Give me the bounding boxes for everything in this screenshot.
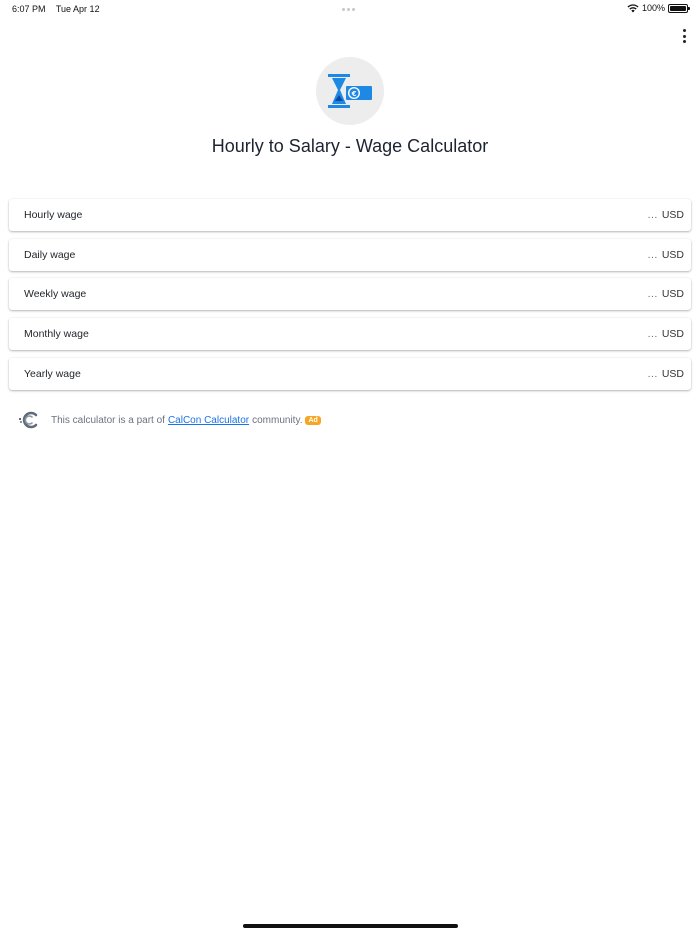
field-label: Hourly wage [24,209,83,221]
community-note: This calculator is a part of CalCon Calc… [18,411,321,429]
value-placeholder: ... [647,328,658,341]
value-placeholder: ... [647,209,658,221]
page-title: Hourly to Salary - Wage Calculator [211,136,489,156]
community-text: This calculator is a part of [51,414,165,426]
unit-label[interactable]: USD [662,288,684,300]
field-label: Daily wage [24,248,76,261]
status-left: 6:07 PM Tue Apr 12 [12,4,108,14]
wifi-icon [627,3,639,12]
calcon-calculator-link[interactable]: CalCon Calculator [168,415,249,426]
field-label: Weekly wage [24,288,87,301]
multitasking-dots-icon[interactable] [342,8,355,11]
value-placeholder: ... [647,367,658,380]
unit-label[interactable]: USD [662,368,684,380]
status-bar: 6:07 PM Tue Apr 12 100% [0,0,700,18]
value-placeholder: ... [647,288,658,301]
home-indicator[interactable] [243,924,458,928]
field-label: Monthly wage [24,328,89,341]
status-time: 6:07 PM [12,4,46,14]
ad-badge: Ad [305,415,321,425]
unit-label[interactable]: USD [662,209,684,221]
daily-wage-field[interactable]: Daily wage ... USD [9,238,691,271]
battery-icon [668,3,690,13]
calcon-logo-icon [19,411,38,429]
app-logo: € [316,57,384,125]
more-options-button[interactable] [680,29,688,43]
unit-label[interactable]: USD [662,249,684,261]
weekly-wage-field[interactable]: Weekly wage ... USD [9,278,691,311]
value-placeholder: ... [647,248,658,261]
unit-label[interactable]: USD [662,328,684,340]
hourly-wage-field[interactable]: Hourly wage ... USD [9,199,691,231]
field-label: Yearly wage [24,367,81,380]
yearly-wage-field[interactable]: Yearly wage ... USD [9,357,691,390]
battery-percent: 100% [641,3,665,13]
svg-text:€: € [351,90,357,98]
community-text-end: community. [252,414,303,426]
hourglass-money-icon: € [328,74,372,108]
wage-fields: Hourly wage ... USD Daily wage ... USD Wee… [9,199,691,397]
status-right: 100% [627,3,690,13]
status-date: Tue Apr 12 [55,4,100,14]
monthly-wage-field[interactable]: Monthly wage ... USD [9,318,691,351]
